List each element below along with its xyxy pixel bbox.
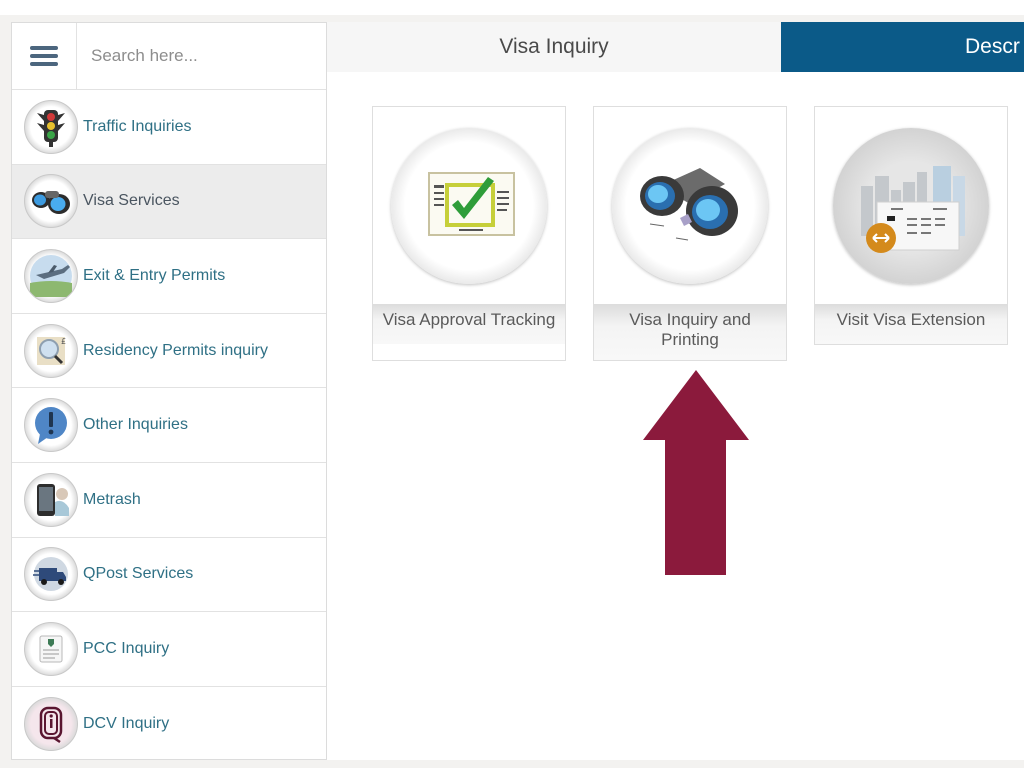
tab-bar: Visa Inquiry Descr xyxy=(327,22,1024,72)
visa-extension-icon xyxy=(833,127,989,284)
search-input[interactable] xyxy=(77,23,326,89)
card-label: Visa Inquiry and Printing xyxy=(594,304,786,360)
sidebar-item-metrash[interactable]: Metrash xyxy=(12,463,326,538)
sidebar-item-visa-services[interactable]: Visa Services xyxy=(12,164,326,240)
traffic-light-icon xyxy=(24,99,78,154)
tab-description[interactable]: Descr xyxy=(781,22,1024,72)
sidebar-item-dcv-inquiry[interactable]: DCV Inquiry xyxy=(12,687,326,762)
sidebar-item-residency-permits-inquiry[interactable]: £ Residency Permits inquiry xyxy=(12,314,326,389)
sidebar-item-label: Other Inquiries xyxy=(83,416,188,434)
card-image xyxy=(815,107,1007,304)
card-visit-visa-extension[interactable]: Visit Visa Extension xyxy=(814,106,1008,345)
airplane-icon xyxy=(24,248,78,303)
phone-app-icon xyxy=(24,472,78,527)
sidebar-item-exit-entry-permits[interactable]: Exit & Entry Permits xyxy=(12,239,326,314)
certificate-icon xyxy=(24,621,78,676)
sidebar-item-label: QPost Services xyxy=(83,565,194,583)
sidebar-item-label: PCC Inquiry xyxy=(83,639,170,657)
sidebar-item-qpost-services[interactable]: QPost Services xyxy=(12,538,326,613)
annotation-arrow-up-icon xyxy=(643,370,749,575)
card-visa-inquiry-and-printing[interactable]: Visa Inquiry and Printing xyxy=(593,106,787,361)
magnifier-document-icon: £ xyxy=(24,323,78,378)
service-cards: Visa Approval Tracking Visa Inquiry and … xyxy=(372,106,1008,361)
tab-visa-inquiry[interactable]: Visa Inquiry xyxy=(327,22,781,72)
sidebar-item-label: Metrash xyxy=(83,490,141,508)
exclamation-bubble-icon xyxy=(24,398,78,453)
sidebar-item-pcc-inquiry[interactable]: PCC Inquiry xyxy=(12,612,326,687)
sidebar-item-label: Visa Services xyxy=(83,192,180,210)
card-label: Visit Visa Extension xyxy=(815,304,1007,344)
delivery-van-icon xyxy=(24,547,78,602)
card-image xyxy=(594,107,786,304)
id-card-icon xyxy=(24,697,78,752)
card-label: Visa Approval Tracking xyxy=(373,304,565,344)
sidebar-item-label: Traffic Inquiries xyxy=(83,117,192,135)
menu-button[interactable] xyxy=(12,23,77,89)
card-image xyxy=(373,107,565,304)
binoculars-icon xyxy=(24,174,78,229)
sidebar-item-label: DCV Inquiry xyxy=(83,715,170,733)
sidebar-item-label: Residency Permits inquiry xyxy=(83,341,268,359)
approved-document-icon xyxy=(391,127,547,284)
search-row xyxy=(12,23,326,90)
hamburger-icon xyxy=(30,46,58,66)
sidebar-item-other-inquiries[interactable]: Other Inquiries xyxy=(12,388,326,463)
sidebar-item-label: Exit & Entry Permits xyxy=(83,266,226,284)
card-visa-approval-tracking[interactable]: Visa Approval Tracking xyxy=(372,106,566,361)
top-strip xyxy=(0,0,1024,15)
binoculars-icon xyxy=(612,127,768,284)
sidebar: Traffic Inquiries Visa Services Exit & E… xyxy=(11,22,327,760)
sidebar-item-traffic-inquiries[interactable]: Traffic Inquiries xyxy=(12,90,326,165)
svg-text:£: £ xyxy=(61,337,66,346)
